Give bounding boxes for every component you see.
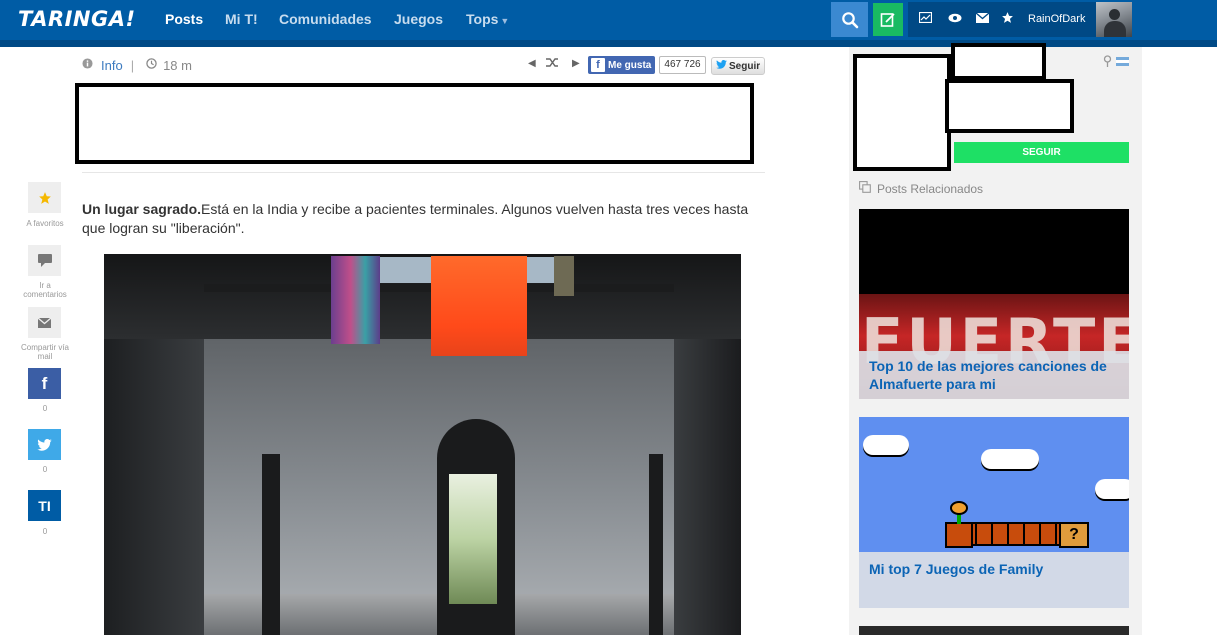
comments-button[interactable] <box>28 245 61 276</box>
taringa-share-count: 0 <box>42 527 48 536</box>
redacted-post-title <box>75 83 754 164</box>
related-post-card-3[interactable] <box>859 626 1129 635</box>
twitter-share-count: 0 <box>42 465 48 474</box>
related-posts-heading: Posts Relacionados <box>859 181 983 196</box>
facebook-like-label: Me gusta <box>608 59 652 71</box>
facebook-like-button[interactable]: f Me gusta <box>588 56 655 74</box>
twitter-bird-icon <box>716 60 727 72</box>
nav-comunidades[interactable]: Comunidades <box>279 11 372 27</box>
thumbnail-fire-flower <box>950 501 968 515</box>
edit-icon <box>880 12 895 27</box>
thumbnail-question-block: ? <box>1059 522 1089 548</box>
username-link[interactable]: RainOfDark <box>1028 13 1085 25</box>
info-link[interactable]: Info <box>101 58 123 73</box>
nav-posts[interactable]: Posts <box>165 11 203 27</box>
thumbnail-cloud <box>1095 479 1129 499</box>
redacted-author-info <box>945 79 1074 133</box>
copy-icon <box>859 181 871 196</box>
related-posts-title: Posts Relacionados <box>877 181 984 196</box>
taringa-icon: TI <box>38 497 51 514</box>
thumbnail-block <box>945 522 973 548</box>
thumbnail-plant-stem <box>957 514 961 524</box>
twitter-follow-button[interactable]: Seguir <box>711 57 765 75</box>
mail-icon[interactable] <box>975 12 990 26</box>
share-mail-button[interactable] <box>28 307 61 338</box>
comment-icon <box>37 254 52 267</box>
facebook-share-button[interactable]: f <box>28 368 61 399</box>
redacted-author-avatar <box>853 54 951 171</box>
taringa-logo[interactable]: TARINGA! <box>18 7 136 31</box>
nav-tops[interactable]: Tops ▼ <box>466 11 509 27</box>
related-post-title[interactable]: Top 10 de las mejores canciones de Almaf… <box>859 351 1129 399</box>
photo-side-door-left <box>262 454 280 635</box>
divider <box>82 172 765 173</box>
search-button[interactable] <box>831 2 868 37</box>
star-icon[interactable] <box>1001 11 1014 27</box>
twitter-icon <box>37 438 52 451</box>
search-icon <box>841 11 858 28</box>
photo-orange-cloth <box>431 256 527 356</box>
facebook-like-count: 467 726 <box>659 56 706 74</box>
facebook-icon: f <box>591 58 605 72</box>
eye-icon[interactable] <box>948 12 962 26</box>
nav-mi-t[interactable]: Mi T! <box>225 11 258 27</box>
photo-small-cloth <box>554 256 574 296</box>
prev-post-icon[interactable]: ◀ <box>528 58 536 69</box>
separator: | <box>130 57 135 73</box>
post-time: 18 m <box>163 57 192 73</box>
photo-left-wall <box>104 339 204 635</box>
clock-icon <box>146 58 157 72</box>
nav-tops-label: Tops <box>466 11 499 27</box>
top-navigation-bar: TARINGA! Posts Mi T! Comunidades Juegos … <box>0 0 1217 47</box>
stats-icon[interactable] <box>918 11 933 26</box>
twitter-follow-label: Seguir <box>729 60 761 72</box>
thumbnail-cloud <box>981 449 1039 469</box>
redacted-author-name <box>951 43 1046 80</box>
location-icon <box>1103 55 1112 70</box>
next-post-icon[interactable]: ▶ <box>572 58 580 69</box>
photo-side-door-right <box>649 454 663 635</box>
info-icon <box>82 58 93 72</box>
photo-right-wall <box>674 339 741 635</box>
follow-user-button[interactable]: SEGUIR <box>954 142 1129 163</box>
taringa-share-button[interactable]: TI <box>28 490 61 521</box>
related-post-card-2[interactable]: ? Mi top 7 Juegos de Family <box>859 417 1129 608</box>
avatar[interactable] <box>1096 2 1132 37</box>
post-meta: Info | 18 m <box>82 57 192 73</box>
chevron-down-icon: ▼ <box>500 16 510 26</box>
avatar-head <box>1109 9 1120 20</box>
facebook-icon: f <box>41 373 48 393</box>
comments-label: Ir a comentarios <box>23 281 67 299</box>
photo-door-light <box>449 474 497 604</box>
post-lead-bold: Un lugar sagrado. <box>82 201 202 217</box>
shuffle-icon[interactable] <box>546 57 559 71</box>
thumbnail-cloud <box>863 435 909 455</box>
share-mail-label: Compartir vía mail <box>20 343 69 361</box>
star-icon <box>38 191 51 204</box>
post-photo-hallway <box>104 254 741 635</box>
related-post-title[interactable]: Mi top 7 Juegos de Family <box>859 552 1129 608</box>
argentina-flag-icon <box>1116 57 1129 66</box>
twitter-share-button[interactable] <box>28 429 61 460</box>
new-post-button[interactable] <box>873 3 903 36</box>
favorite-label: A favoritos <box>26 219 64 228</box>
related-post-card-1[interactable]: FUERTE Top 10 de las mejores canciones d… <box>859 209 1129 399</box>
nav-juegos[interactable]: Juegos <box>394 11 443 27</box>
mail-icon <box>38 317 51 328</box>
post-lead-paragraph: Un lugar sagrado.Está en la India y reci… <box>82 200 772 238</box>
facebook-share-count: 0 <box>42 404 48 413</box>
favorite-button[interactable] <box>28 182 61 213</box>
photo-hanging-cloth <box>331 256 380 344</box>
avatar-body <box>1104 21 1126 37</box>
